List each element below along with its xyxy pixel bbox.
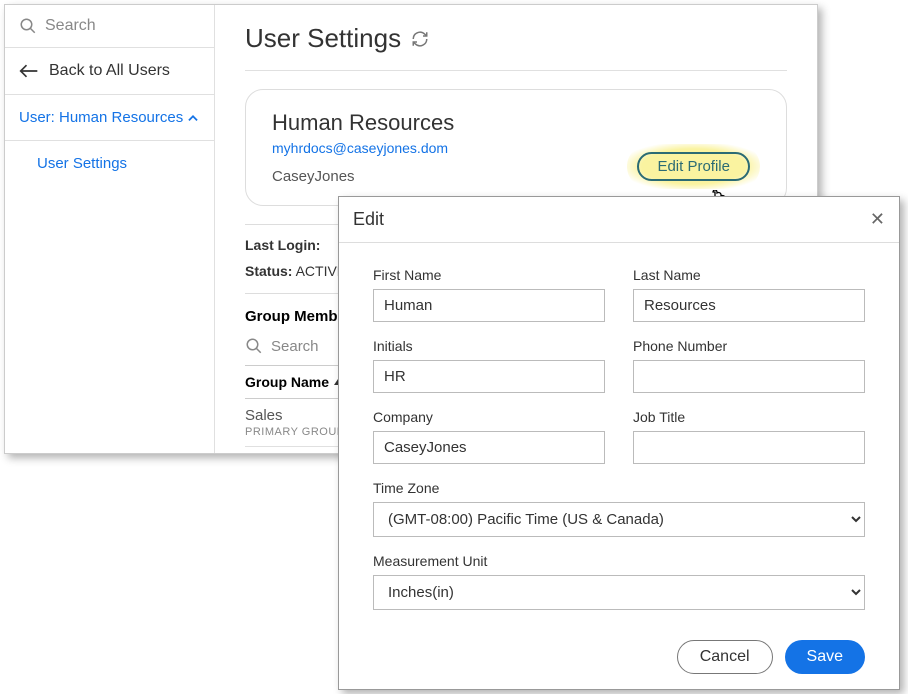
modal-body: First Name Last Name Initials Phone Numb… bbox=[339, 243, 899, 636]
modal-footer: Cancel Save bbox=[339, 636, 899, 692]
initials-label: Initials bbox=[373, 338, 605, 354]
close-icon[interactable]: ✕ bbox=[870, 209, 885, 230]
group-search-placeholder: Search bbox=[271, 338, 319, 355]
initials-field[interactable] bbox=[373, 360, 605, 393]
group-header-label: Group Name bbox=[245, 374, 329, 390]
back-to-all-users[interactable]: Back to All Users bbox=[5, 48, 214, 95]
search-icon bbox=[245, 337, 263, 355]
last-name-label: Last Name bbox=[633, 267, 865, 283]
profile-name: Human Resources bbox=[272, 110, 760, 136]
cancel-button[interactable]: Cancel bbox=[677, 640, 773, 674]
edit-profile-button[interactable]: Edit Profile bbox=[637, 152, 750, 181]
measurement-label: Measurement Unit bbox=[373, 553, 865, 569]
company-label: Company bbox=[373, 409, 605, 425]
first-name-label: First Name bbox=[373, 267, 605, 283]
sidebar-item-user-settings[interactable]: User Settings bbox=[5, 141, 214, 186]
modal-header: Edit ✕ bbox=[339, 197, 899, 243]
chevron-up-icon bbox=[186, 111, 200, 125]
timezone-select[interactable]: (GMT-08:00) Pacific Time (US & Canada) bbox=[373, 502, 865, 537]
first-name-field[interactable] bbox=[373, 289, 605, 322]
last-login-label: Last Login: bbox=[245, 237, 320, 253]
profile-card: Human Resources myhrdocs@caseyjones.dom … bbox=[245, 89, 787, 206]
timezone-label: Time Zone bbox=[373, 480, 865, 496]
job-title-label: Job Title bbox=[633, 409, 865, 425]
sidebar: Search Back to All Users User: Human Res… bbox=[5, 5, 215, 453]
measurement-select[interactable]: Inches(in) bbox=[373, 575, 865, 610]
back-label: Back to All Users bbox=[49, 62, 170, 80]
modal-title: Edit bbox=[353, 209, 384, 230]
arrow-left-icon bbox=[19, 64, 39, 78]
user-expand-row[interactable]: User: Human Resources bbox=[5, 95, 214, 141]
save-button[interactable]: Save bbox=[785, 640, 865, 674]
edit-modal: Edit ✕ First Name Last Name Initials Pho… bbox=[338, 196, 900, 690]
status-label: Status: bbox=[245, 263, 292, 279]
sidebar-search-placeholder: Search bbox=[45, 17, 96, 35]
page-header: User Settings bbox=[245, 15, 787, 71]
phone-label: Phone Number bbox=[633, 338, 865, 354]
page-title: User Settings bbox=[245, 23, 401, 54]
sidebar-search[interactable]: Search bbox=[5, 5, 214, 48]
phone-field[interactable] bbox=[633, 360, 865, 393]
last-name-field[interactable] bbox=[633, 289, 865, 322]
job-title-field[interactable] bbox=[633, 431, 865, 464]
company-field[interactable] bbox=[373, 431, 605, 464]
user-expand-label: User: Human Resources bbox=[19, 109, 183, 126]
edit-profile-highlight: Edit Profile bbox=[627, 144, 760, 189]
search-icon bbox=[19, 17, 37, 35]
refresh-icon[interactable] bbox=[411, 30, 429, 48]
